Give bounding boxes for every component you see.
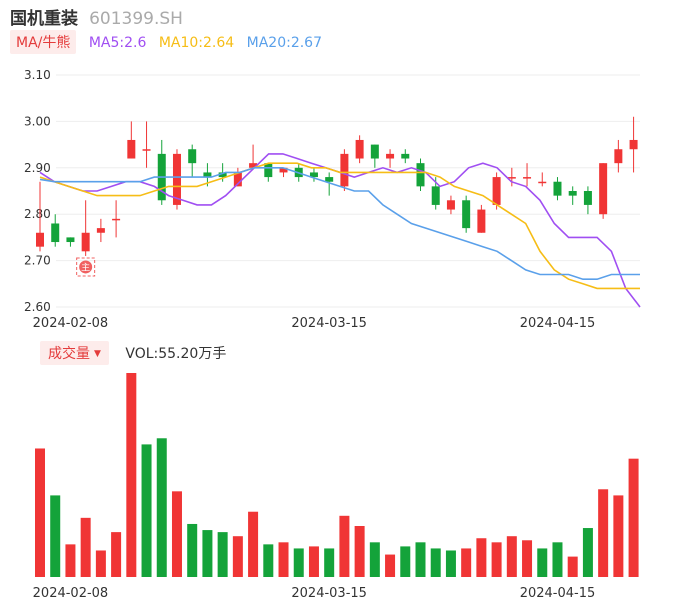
volume-bar — [628, 458, 639, 577]
volume-bar — [445, 550, 456, 577]
x-tick-label: 2024-04-15 — [520, 316, 596, 331]
candle-body — [325, 177, 334, 182]
volume-bar — [171, 491, 182, 577]
volume-bar — [430, 548, 441, 577]
candle-body — [629, 139, 638, 150]
volume-bar — [248, 511, 259, 577]
volume-bar — [141, 444, 152, 577]
x-tick-label: 2024-02-08 — [33, 586, 109, 601]
volume-bar — [522, 540, 533, 577]
ma20-line — [39, 167, 640, 281]
candle-body — [446, 200, 455, 210]
volume-bar — [582, 528, 593, 577]
marker-label: 主 — [81, 261, 90, 273]
candle-body — [81, 232, 90, 252]
volume-bar — [65, 544, 76, 577]
volume-bar — [308, 546, 319, 577]
volume-bar — [263, 544, 274, 577]
volume-bar — [491, 542, 502, 577]
volume-bar — [126, 373, 137, 577]
volume-bar — [415, 542, 426, 577]
candle-body — [51, 223, 60, 243]
y-tick-label: 2.90 — [24, 161, 51, 175]
volume-bar — [613, 495, 624, 577]
candle-body — [355, 139, 364, 159]
candle-body — [370, 144, 379, 159]
candle-body — [36, 232, 44, 247]
candle-body — [264, 163, 273, 178]
y-tick-label: 2.60 — [24, 300, 51, 314]
volume-bar — [293, 548, 304, 577]
volume-bar — [50, 495, 61, 577]
candle-body — [538, 181, 547, 184]
y-tick-label: 2.70 — [24, 254, 51, 268]
volume-bar — [369, 542, 380, 577]
volume-bar — [187, 523, 198, 577]
candle-body — [492, 177, 501, 205]
candle-body — [431, 186, 440, 205]
candle-body — [96, 228, 105, 233]
volume-bar — [461, 548, 472, 577]
volume-bar — [552, 542, 563, 577]
candle-body — [614, 149, 623, 164]
candle-body — [401, 153, 410, 159]
candle-body — [523, 177, 532, 179]
candle-body — [112, 218, 121, 221]
candle-body — [416, 163, 425, 187]
volume-bar — [339, 515, 350, 577]
candle-body — [340, 153, 349, 187]
x-tick-label: 2024-02-08 — [33, 316, 109, 331]
candle-body — [386, 153, 395, 159]
volume-bar — [476, 538, 487, 577]
volume-bar — [95, 550, 106, 577]
volume-bar — [111, 532, 122, 577]
y-tick-label: 3.10 — [24, 68, 51, 82]
candle-body — [66, 237, 75, 243]
volume-bar — [80, 517, 91, 577]
volume-bar — [506, 536, 517, 577]
candle-body — [553, 181, 562, 196]
chart-canvas: 3.10 3.00 2.90 2.80 2.70 2.60 主 2024-02-08 2024-… — [24, 68, 641, 601]
volume-bar — [217, 532, 228, 577]
volume-bar — [278, 542, 289, 577]
y-tick-label: 3.00 — [24, 114, 51, 128]
volume-bar — [598, 489, 609, 577]
volume-bar — [35, 448, 45, 577]
candle-body — [568, 191, 577, 196]
volume-bar — [232, 536, 243, 577]
x-tick-label: 2024-03-15 — [291, 316, 367, 331]
volume-bar — [324, 548, 335, 577]
candle-body — [599, 163, 608, 215]
volume-bar — [385, 554, 396, 577]
ma5-line — [39, 153, 641, 308]
candle-body — [477, 209, 486, 233]
candle-body — [462, 200, 471, 229]
y-tick-label: 2.80 — [24, 207, 51, 221]
volume-bar — [537, 548, 548, 577]
candle-body — [142, 149, 151, 151]
candle-body — [188, 149, 197, 164]
volume-bar — [156, 438, 167, 577]
volume-bar — [354, 526, 365, 577]
volume-bar — [202, 530, 213, 577]
volume-bar — [567, 556, 578, 577]
candle-body — [583, 191, 592, 205]
x-tick-label: 2024-03-15 — [291, 586, 367, 601]
x-tick-label: 2024-04-15 — [520, 586, 596, 601]
candle-body — [127, 139, 136, 159]
volume-bar — [400, 546, 411, 577]
